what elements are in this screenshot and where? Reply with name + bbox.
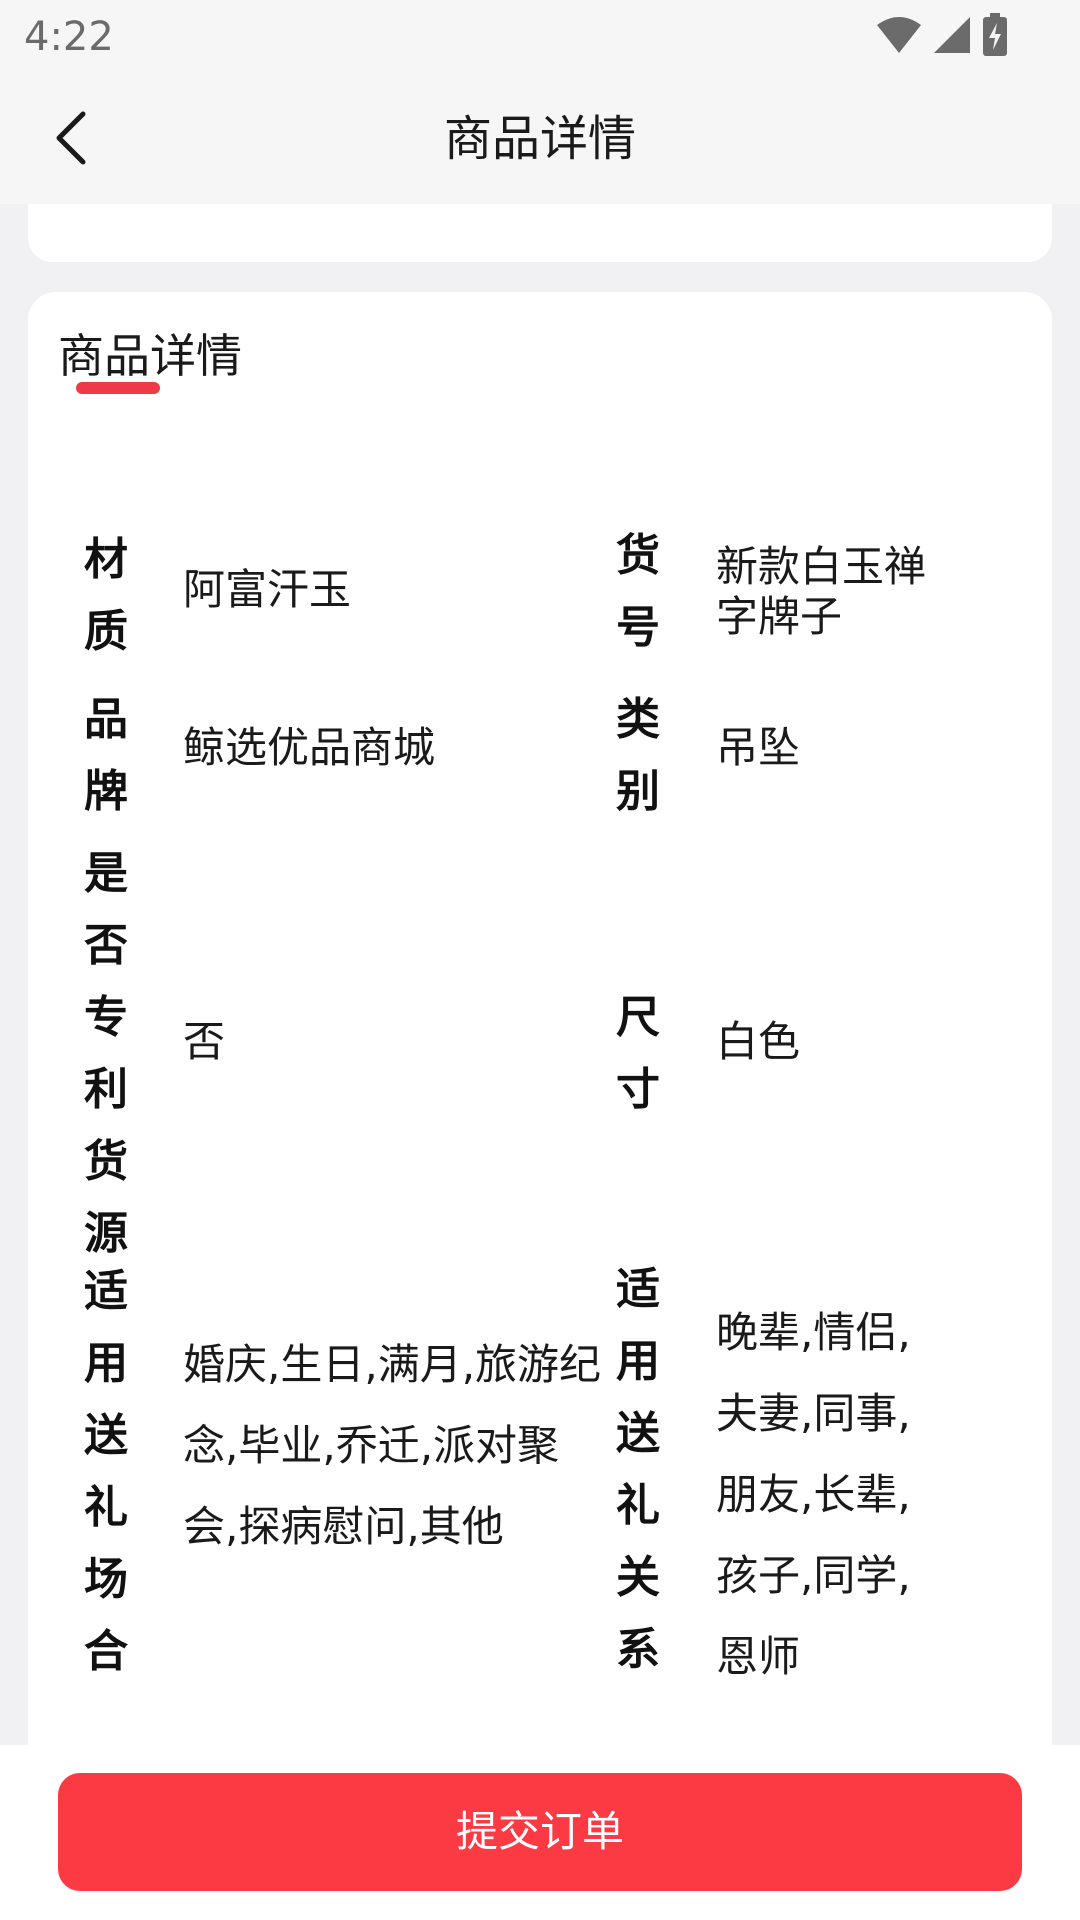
- item-number-value: 新款白玉禅字牌子: [716, 542, 927, 641]
- status-icons: [876, 12, 1008, 58]
- gift-occasion-label: 适用送礼场合: [84, 1266, 128, 1677]
- chevron-left-icon: [56, 111, 86, 165]
- status-bar: 4:22: [0, 0, 1080, 74]
- back-button[interactable]: [36, 100, 106, 176]
- size-label: 尺寸: [616, 992, 660, 1115]
- category-value: 吊坠: [716, 723, 801, 772]
- section-title: 商品详情: [58, 329, 242, 383]
- item-number-label: 货号: [616, 530, 660, 653]
- status-time: 4:22: [24, 14, 114, 60]
- bottom-action-bar: 提交订单: [0, 1745, 1080, 1920]
- gift-relation-value: 晚辈,情侣,夫妻,同事,朋友,长辈,孩子,同学,恩师: [716, 1308, 911, 1681]
- page-title: 商品详情: [443, 111, 636, 167]
- battery-charging-icon: [983, 13, 1007, 56]
- brand-value: 鲸选优品商城: [183, 723, 436, 772]
- patent-source-value: 否: [183, 1017, 226, 1066]
- patent-source-label: 是否专利货源: [84, 848, 128, 1259]
- size-value: 白色: [716, 1017, 801, 1066]
- gift-occasion-value: 婚庆,生日,满月,旅游纪念,毕业,乔迁,派对聚会,探病慰问,其他: [183, 1340, 602, 1551]
- navigation-bar: 商品详情: [0, 74, 1080, 204]
- title-underline: [76, 382, 160, 394]
- material-value: 阿富汗玉: [183, 565, 352, 614]
- submit-order-button[interactable]: 提交订单: [58, 1773, 1022, 1891]
- material-label: 材质: [84, 534, 128, 657]
- cellular-signal-icon: [934, 17, 970, 53]
- previous-card: [28, 204, 1052, 262]
- wifi-icon: [877, 17, 921, 53]
- product-details-card: 商品详情 材质 阿富汗玉 货号 新款白玉禅字牌子 品牌 鲸选优品商城 类别 吊坠…: [28, 292, 1052, 1752]
- gift-relation-label: 适用送礼关系: [616, 1264, 660, 1675]
- brand-label: 品牌: [84, 694, 128, 817]
- category-label: 类别: [616, 694, 660, 817]
